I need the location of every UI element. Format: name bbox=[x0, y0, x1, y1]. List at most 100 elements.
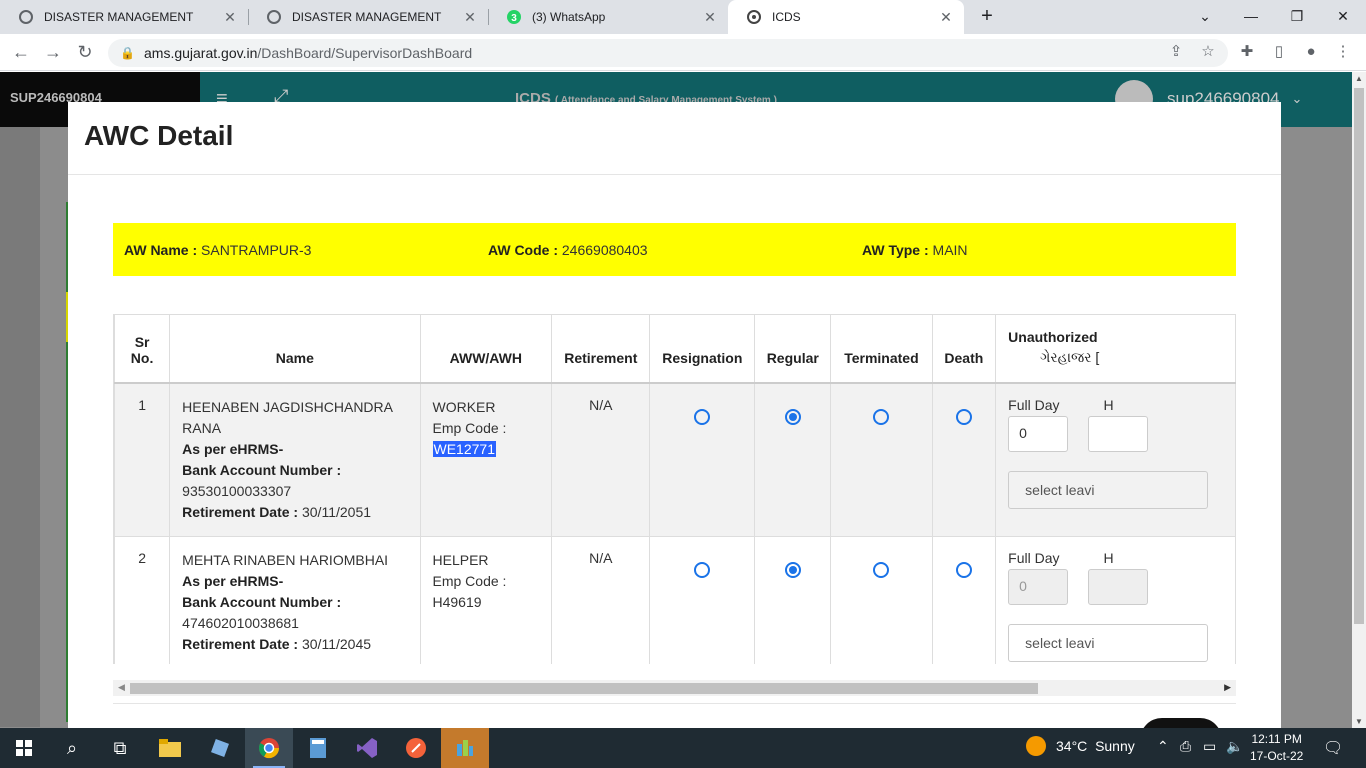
terminated-cell bbox=[830, 382, 933, 537]
retirement-value: N/A bbox=[551, 535, 651, 664]
half-day-input[interactable] bbox=[1088, 568, 1149, 605]
address-bar[interactable]: 🔒 ams.gujarat.gov.in/DashBoard/Superviso… bbox=[108, 39, 1228, 67]
death-radio[interactable] bbox=[955, 408, 972, 425]
modal-action-button[interactable] bbox=[1140, 718, 1222, 728]
scrollbar-thumb[interactable] bbox=[1354, 88, 1364, 624]
awc-info-bar: AW Name : SANTRAMPUR-3 AW Code : 2466908… bbox=[113, 223, 1236, 276]
role-cell: HELPER Emp Code : H49619 bbox=[419, 535, 553, 664]
side-panel-icon[interactable]: ▯ bbox=[1270, 43, 1288, 61]
back-icon[interactable]: ← bbox=[10, 41, 32, 63]
scroll-left-icon[interactable]: ◀ bbox=[118, 682, 125, 693]
chrome-icon[interactable] bbox=[245, 728, 293, 768]
regular-radio[interactable] bbox=[784, 561, 801, 578]
resignation-radio[interactable] bbox=[694, 408, 711, 425]
calculator-icon[interactable] bbox=[294, 728, 342, 768]
windows-start-icon[interactable] bbox=[0, 728, 48, 768]
maximize-button[interactable]: ❐ bbox=[1274, 0, 1320, 34]
forward-icon[interactable]: → bbox=[42, 41, 64, 63]
page-scrollbar[interactable]: ▲ ▼ bbox=[1352, 72, 1366, 728]
staff-table-wrapper[interactable]: Sr No. Name AWW/AWH Retirement Resignati… bbox=[113, 314, 1236, 664]
scroll-up-icon[interactable]: ▲ bbox=[1355, 74, 1363, 83]
close-window-button[interactable]: ✕ bbox=[1320, 0, 1366, 34]
new-tab-button[interactable]: + bbox=[976, 6, 998, 28]
terminated-radio[interactable] bbox=[873, 561, 890, 578]
col-resignation: Resignation bbox=[649, 314, 756, 384]
table-horizontal-scrollbar[interactable]: ◀ ▶ bbox=[113, 680, 1236, 696]
search-icon[interactable]: ⌕ bbox=[48, 728, 96, 768]
url-host: ams.gujarat.gov.in bbox=[144, 45, 258, 61]
employee-details: HEENABEN JAGDISHCHANDRA RANA As per eHRM… bbox=[169, 382, 421, 537]
profile-icon[interactable]: ● bbox=[1302, 43, 1320, 61]
bank-account-number: 474602010038681 bbox=[182, 614, 299, 631]
full-day-input[interactable]: 0 bbox=[1008, 568, 1069, 605]
app-icon[interactable] bbox=[196, 728, 244, 768]
full-day-label: Full Day bbox=[1008, 549, 1060, 566]
unauthorized-cell: Full Day H 0 select leavi bbox=[995, 382, 1236, 537]
retirement-value: N/A bbox=[551, 382, 651, 537]
network-icon[interactable]: ▭ bbox=[1203, 738, 1216, 755]
tab-search-icon[interactable]: ⌄ bbox=[1182, 0, 1228, 34]
resignation-radio[interactable] bbox=[694, 561, 711, 578]
share-icon[interactable]: ⇪ bbox=[1167, 43, 1185, 61]
compass-app-icon[interactable] bbox=[392, 728, 440, 768]
role: HELPER bbox=[432, 551, 489, 568]
regular-radio[interactable] bbox=[784, 408, 801, 425]
tab-disaster-management-1[interactable]: DISASTER MANAGEMENT ✕ bbox=[0, 0, 248, 34]
col-terminated: Terminated bbox=[830, 314, 933, 384]
tab-icds[interactable]: ICDS ✕ bbox=[728, 0, 964, 34]
sr-no: 1 bbox=[114, 382, 171, 537]
volume-muted-icon[interactable]: 🔈 bbox=[1226, 738, 1243, 755]
browser-menu-icon[interactable]: ⋮ bbox=[1334, 43, 1352, 61]
close-tab-icon[interactable]: ✕ bbox=[702, 9, 718, 25]
leave-select[interactable]: select leavi bbox=[1008, 623, 1209, 662]
meet-icon[interactable]: ⎙ bbox=[1180, 738, 1191, 755]
absent-gujarati-label: ગેરહાજર [ bbox=[1040, 348, 1100, 365]
leave-select[interactable]: select leavi bbox=[1008, 470, 1209, 509]
scroll-right-icon[interactable]: ▶ bbox=[1224, 682, 1231, 693]
url-path: /DashBoard/SupervisorDashBoard bbox=[257, 45, 473, 61]
full-day-input[interactable]: 0 bbox=[1008, 415, 1069, 452]
aw-name: AW Name : SANTRAMPUR-3 bbox=[124, 241, 312, 258]
close-tab-icon[interactable]: ✕ bbox=[462, 9, 478, 25]
weather-widget[interactable]: 34°C Sunny bbox=[1026, 736, 1135, 756]
scroll-down-icon[interactable]: ▼ bbox=[1355, 717, 1363, 726]
role-cell: WORKER Emp Code : WE12771 bbox=[419, 382, 553, 537]
system-clock[interactable]: 12:11 PM 17-Oct-22 bbox=[1250, 731, 1303, 765]
employee-name: HEENABEN JAGDISHCHANDRA RANA bbox=[182, 398, 393, 436]
browser-toolbar: ← → ↻ 🔒 ams.gujarat.gov.in/DashBoard/Sup… bbox=[0, 34, 1366, 71]
site-favicon-icon bbox=[18, 9, 34, 25]
tray-chevron-up-icon[interactable]: ⌃ bbox=[1157, 738, 1169, 755]
whatsapp-icon: 3 bbox=[506, 9, 522, 25]
network-app-icon[interactable] bbox=[441, 728, 489, 768]
half-day-input[interactable] bbox=[1088, 415, 1149, 452]
browser-tab-strip: DISASTER MANAGEMENT ✕ DISASTER MANAGEMEN… bbox=[0, 0, 1366, 34]
minimize-button[interactable]: — bbox=[1228, 0, 1274, 34]
bank-account-number: 93530100033307 bbox=[182, 482, 292, 499]
tab-title: DISASTER MANAGEMENT bbox=[44, 10, 194, 24]
bookmark-star-icon[interactable]: ☆ bbox=[1199, 43, 1217, 61]
reload-icon[interactable]: ↻ bbox=[74, 41, 96, 63]
clock-date: 17-Oct-22 bbox=[1250, 749, 1304, 763]
task-view-icon[interactable]: ⧉ bbox=[96, 728, 144, 768]
half-day-label: H bbox=[1103, 549, 1114, 566]
extensions-icon[interactable]: ✚ bbox=[1238, 43, 1256, 61]
close-tab-icon[interactable]: ✕ bbox=[938, 9, 954, 25]
terminated-radio[interactable] bbox=[873, 408, 890, 425]
death-radio[interactable] bbox=[955, 561, 972, 578]
col-aww-awh: AWW/AWH bbox=[419, 314, 553, 384]
visual-studio-icon[interactable] bbox=[343, 728, 391, 768]
employee-details: MEHTA RINABEN HARIOMBHAI As per eHRMS- B… bbox=[169, 535, 421, 664]
modal-title: AWC Detail bbox=[84, 120, 234, 151]
close-tab-icon[interactable]: ✕ bbox=[222, 9, 238, 25]
scrollbar-thumb[interactable] bbox=[130, 683, 1038, 694]
file-explorer-icon[interactable] bbox=[146, 728, 194, 768]
tab-disaster-management-2[interactable]: DISASTER MANAGEMENT ✕ bbox=[248, 0, 488, 34]
tab-whatsapp[interactable]: 3 (3) WhatsApp ✕ bbox=[488, 0, 728, 34]
tab-title: DISASTER MANAGEMENT bbox=[292, 10, 442, 24]
site-favicon-icon bbox=[266, 9, 282, 25]
awc-detail-modal: AWC Detail AW Name : SANTRAMPUR-3 AW Cod… bbox=[68, 102, 1281, 728]
lock-icon: 🔒 bbox=[120, 46, 135, 60]
emp-code[interactable]: WE12771 bbox=[432, 440, 496, 457]
weather-temp: 34°C bbox=[1056, 738, 1088, 754]
notifications-icon[interactable]: 🗨 bbox=[1323, 738, 1343, 758]
